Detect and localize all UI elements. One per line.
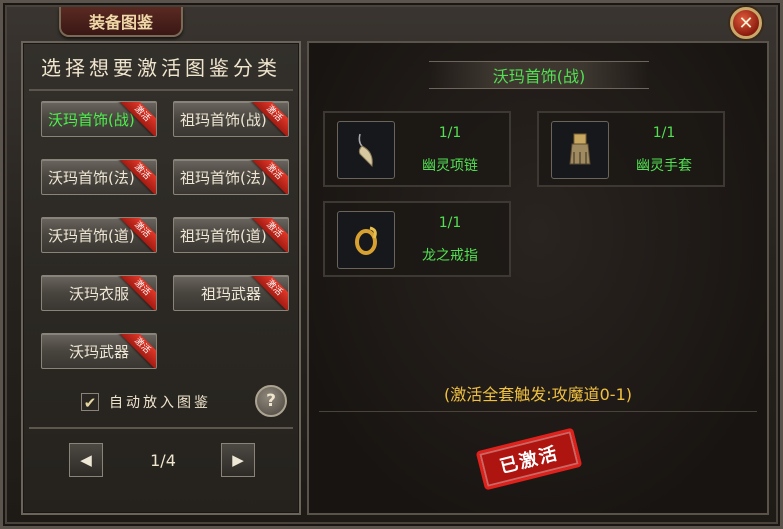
item-name: 龙之戒指 [422, 248, 478, 264]
category-button[interactable]: 沃玛衣服 激活 [41, 275, 157, 311]
category-label: 祖玛武器 [200, 284, 261, 303]
prev-page-button[interactable]: ◀ [69, 443, 103, 477]
item-count: 1/1 [438, 215, 462, 231]
next-page-button[interactable]: ▶ [221, 443, 255, 477]
activated-stamp: 已激活 [475, 427, 583, 491]
category-label: 祖玛首饰(道) [180, 226, 267, 245]
help-button[interactable]: ? [255, 385, 287, 417]
auto-add-checkbox[interactable]: ✔ [81, 393, 99, 412]
category-label: 沃玛首饰(战) [48, 110, 135, 129]
category-label: 沃玛首饰(道) [48, 226, 135, 245]
item-name: 幽灵手套 [636, 158, 692, 174]
equipment-codex-window: 装备图鉴 ✕ 选择想要激活图鉴分类 沃玛首饰(战) 激活 祖玛首饰(战) 激活 … [0, 0, 783, 529]
page-indicator: 1/4 [150, 450, 176, 470]
question-icon: ? [266, 391, 276, 411]
codex-detail-panel: 沃玛首饰(战) 1/1 幽灵项链 1/1 幽灵手套 1/1 龙之戒指 (激活全套… [307, 41, 769, 515]
item-count: 1/1 [438, 125, 462, 141]
category-panel: 选择想要激活图鉴分类 沃玛首饰(战) 激活 祖玛首饰(战) 激活 沃玛首饰(法)… [21, 41, 301, 515]
divider [29, 427, 293, 429]
category-button[interactable]: 祖玛首饰(战) 激活 [173, 101, 289, 137]
category-label: 沃玛衣服 [68, 284, 129, 303]
category-button[interactable]: 祖玛武器 激活 [173, 275, 289, 311]
arrow-right-icon: ▶ [232, 451, 244, 469]
divider [319, 411, 757, 412]
category-label: 祖玛首饰(战) [180, 110, 267, 129]
set-title: 沃玛首饰(战) [429, 61, 649, 89]
auto-add-row: ✔ 自动放入图鉴 [81, 389, 211, 415]
category-button[interactable]: 沃玛首饰(法) 激活 [41, 159, 157, 195]
item-slot [551, 121, 609, 179]
category-button[interactable]: 祖玛首饰(道) 激活 [173, 217, 289, 253]
close-button[interactable]: ✕ [730, 7, 762, 39]
item-card[interactable]: 1/1 幽灵手套 [537, 111, 725, 187]
window-title: 装备图鉴 [59, 7, 183, 37]
category-button[interactable]: 沃玛武器 激活 [41, 333, 157, 369]
item-card[interactable]: 1/1 龙之戒指 [323, 201, 511, 277]
item-count: 1/1 [652, 125, 676, 141]
auto-add-label: 自动放入图鉴 [109, 395, 211, 411]
item-name: 幽灵项链 [422, 158, 478, 174]
item-slot [337, 121, 395, 179]
category-button[interactable]: 沃玛首饰(道) 激活 [41, 217, 157, 253]
category-header: 选择想要激活图鉴分类 [41, 55, 281, 80]
category-label: 祖玛首饰(法) [180, 168, 267, 187]
gauntlet-icon [569, 133, 591, 165]
divider [29, 89, 293, 91]
arrow-left-icon: ◀ [80, 451, 92, 469]
set-bonus-text: (激活全套触发:攻魔道0-1) [443, 385, 632, 404]
item-card[interactable]: 1/1 幽灵项链 [323, 111, 511, 187]
necklace-icon [358, 133, 373, 168]
dragon-ring-icon [355, 226, 377, 255]
close-icon: ✕ [738, 12, 754, 34]
category-label: 沃玛武器 [68, 342, 129, 361]
category-button[interactable]: 沃玛首饰(战) 激活 [41, 101, 157, 137]
category-label: 沃玛首饰(法) [48, 168, 135, 187]
category-button[interactable]: 祖玛首饰(法) 激活 [173, 159, 289, 195]
item-slot [337, 211, 395, 269]
